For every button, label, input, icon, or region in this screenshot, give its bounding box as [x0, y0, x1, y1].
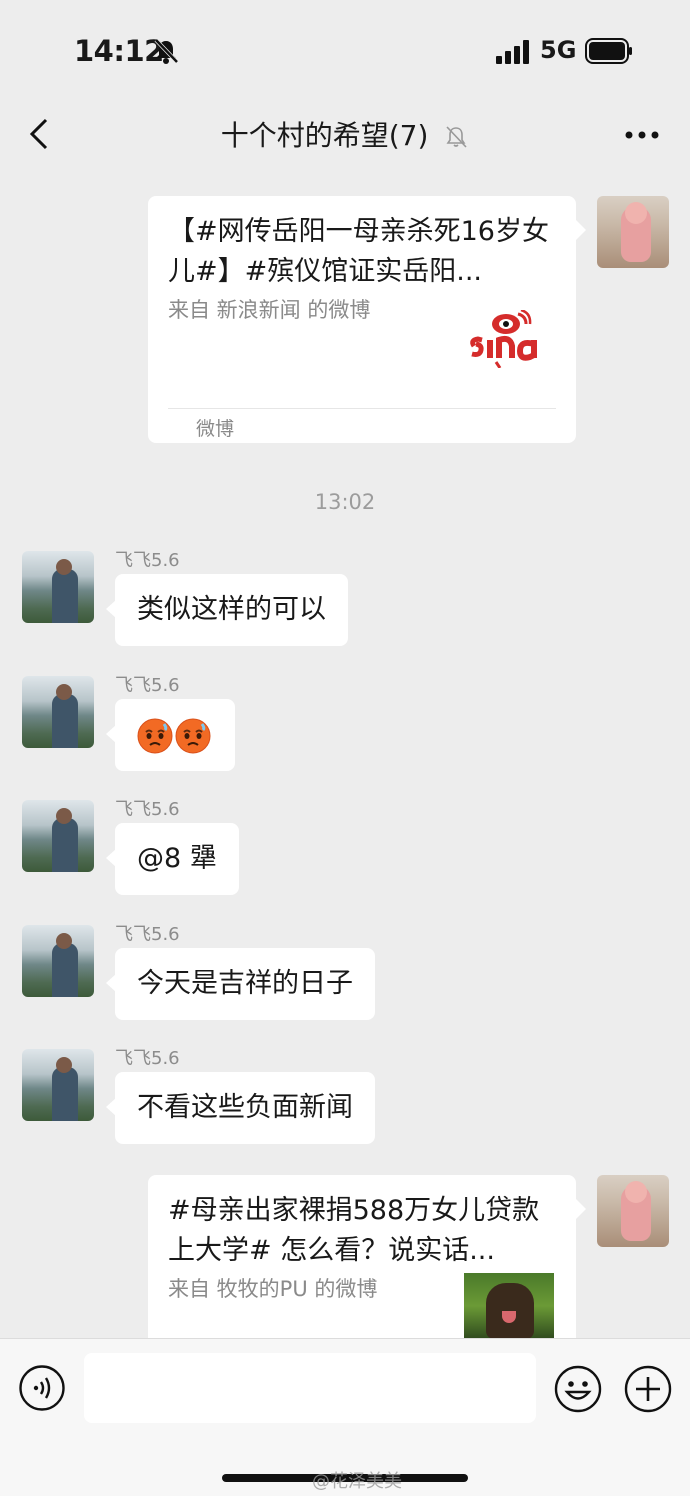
- link-card-source: 来自 牧牧的PU 的微博: [168, 1277, 378, 1301]
- card-divider: [168, 408, 556, 409]
- message-bubble[interactable]: [106, 699, 235, 771]
- avatar-figure: [52, 1067, 78, 1121]
- input-bar: @花泽美美: [0, 1338, 690, 1496]
- network-type: 5G: [540, 36, 577, 64]
- battery-icon: [585, 38, 632, 64]
- message-bubble[interactable]: 不看这些负面新闻: [106, 1072, 375, 1144]
- avatar-figure-head: [56, 1057, 72, 1073]
- message-bubble[interactable]: @8 犟: [106, 823, 239, 895]
- sender-name: 飞飞5.6: [115, 550, 180, 571]
- emoji-picker-icon[interactable]: [554, 1365, 602, 1413]
- link-card-footer: 微博: [196, 418, 235, 440]
- signal-icon: [496, 40, 529, 64]
- sender-avatar[interactable]: [22, 925, 94, 997]
- message-timestamp: 13:02: [314, 490, 376, 514]
- message-bubble[interactable]: 今天是吉祥的日子: [106, 948, 375, 1020]
- avatar-figure: [52, 569, 78, 623]
- link-card[interactable]: #母亲出家裸捐588万女儿贷款上大学# 怎么看？说实话... 来自 牧牧的PU …: [148, 1175, 586, 1345]
- sender-name: 飞飞5.6: [115, 924, 180, 945]
- link-card-title: 【#网传岳阳一母亲杀死16岁女儿#】#殡仪馆证实岳阳...: [168, 216, 549, 287]
- self-avatar[interactable]: [597, 1175, 669, 1247]
- tired-face-emoji-icon: [175, 718, 211, 753]
- link-card[interactable]: 【#网传岳阳一母亲杀死16岁女儿#】#殡仪馆证实岳阳... 来自 新浪新闻 的微…: [148, 196, 586, 443]
- chat-title: 十个村的希望(7): [220, 119, 429, 152]
- avatar-figure-head: [56, 933, 72, 949]
- sender-avatar[interactable]: [22, 551, 94, 623]
- avatar-figure-head: [625, 1181, 647, 1203]
- nav-bar: 十个村的希望(7): [0, 100, 690, 172]
- link-card-thumbnail: [464, 1273, 554, 1339]
- avatar-figure: [52, 943, 78, 997]
- tired-face-emoji-icon: [137, 718, 173, 753]
- sender-avatar[interactable]: [22, 676, 94, 748]
- status-time: 14:12: [74, 34, 164, 68]
- avatar-figure-head: [56, 559, 72, 575]
- sender-avatar[interactable]: [22, 1049, 94, 1121]
- watermark: @花泽美美: [312, 1471, 402, 1492]
- voice-input-icon[interactable]: [19, 1365, 65, 1411]
- chat-title-wrap: 十个村的希望(7): [0, 114, 690, 154]
- link-card-source: 来自 新浪新闻 的微博: [168, 298, 371, 322]
- sender-name: 飞飞5.6: [115, 799, 180, 820]
- bell-muted-icon: [154, 38, 179, 64]
- status-bar: 14:12 5G: [0, 0, 690, 100]
- self-avatar[interactable]: [597, 196, 669, 268]
- avatar-figure-head: [56, 684, 72, 700]
- bubble-tail: [576, 1199, 586, 1219]
- bell-muted-icon: [446, 126, 467, 148]
- sender-name: 飞飞5.6: [115, 1048, 180, 1069]
- plus-icon[interactable]: [624, 1365, 672, 1413]
- sender-name: 飞飞5.6: [115, 675, 180, 696]
- bubble-tail: [576, 220, 586, 240]
- avatar-figure: [52, 694, 78, 748]
- link-card-title: #母亲出家裸捐588万女儿贷款上大学# 怎么看？说实话...: [168, 1195, 540, 1266]
- avatar-figure: [52, 818, 78, 872]
- sender-avatar[interactable]: [22, 800, 94, 872]
- message-bubble[interactable]: 类似这样的可以: [106, 574, 348, 646]
- more-options-icon[interactable]: [624, 130, 660, 140]
- sina-logo: [470, 310, 537, 368]
- avatar-figure-head: [625, 202, 647, 224]
- avatar-figure-head: [56, 808, 72, 824]
- message-input[interactable]: [84, 1353, 536, 1423]
